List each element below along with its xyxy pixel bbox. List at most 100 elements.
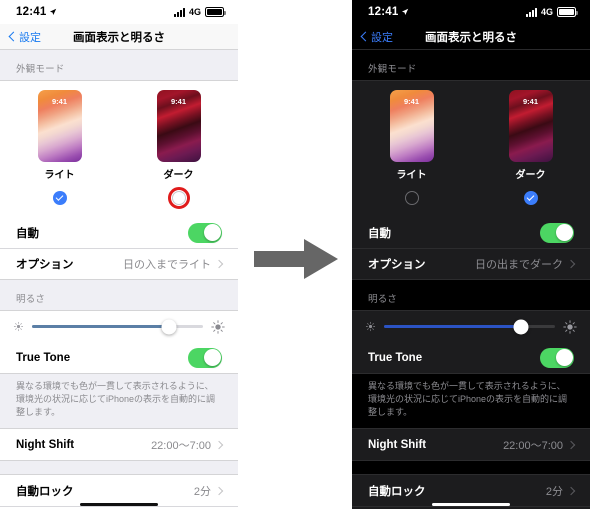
appearance-option-dark[interactable]: 9:41 ダーク: [508, 90, 553, 211]
right-arrow-icon: [254, 239, 338, 279]
true-tone-label: True Tone: [16, 351, 71, 364]
status-bar-time-group: 12:41: [368, 6, 409, 18]
brightness-slider-row[interactable]: [352, 311, 590, 342]
brightness-high-icon: [211, 319, 225, 334]
brightness-low-icon: [13, 321, 24, 332]
true-tone-toggle[interactable]: [540, 347, 574, 368]
options-row[interactable]: オプション 日の入までライト: [0, 248, 238, 279]
options-value-group: 日の入までライト: [123, 256, 224, 272]
true-tone-row[interactable]: True Tone: [352, 342, 590, 373]
appearance-option-dark[interactable]: 9:41 ダーク: [156, 90, 201, 211]
chevron-left-icon: [8, 31, 19, 42]
night-shift-card: Night Shift 22:00〜7:00: [0, 428, 238, 462]
night-shift-label: Night Shift: [16, 438, 75, 451]
light-mode-radio-selected[interactable]: [52, 191, 67, 205]
preview-clock-time: 9:41: [522, 97, 538, 106]
dark-mode-radio-unselected[interactable]: [171, 191, 186, 205]
location-arrow-icon: [402, 8, 409, 16]
status-bar: 12:41 4G: [0, 0, 238, 24]
home-indicator: [80, 503, 158, 506]
night-shift-value-group: 22:00〜7:00: [151, 437, 224, 453]
back-button[interactable]: 設定: [8, 29, 41, 45]
chevron-right-icon: [566, 259, 576, 269]
true-tone-label: True Tone: [368, 351, 423, 364]
brightness-card: True Tone: [352, 310, 590, 374]
night-shift-row[interactable]: Night Shift 22:00〜7:00: [352, 429, 590, 460]
options-row[interactable]: オプション 日の出までダーク: [352, 248, 590, 279]
brightness-fill: [384, 325, 521, 328]
options-value: 日の出までダーク: [475, 259, 563, 271]
true-tone-toggle[interactable]: [188, 347, 222, 368]
preview-clock-time: 9:41: [51, 97, 67, 106]
appearance-mode-chooser: 9:41 ライト 9:41 ダーク: [352, 81, 590, 217]
back-button[interactable]: 設定: [360, 29, 393, 45]
cellular-bars-icon: [525, 7, 537, 17]
true-tone-row[interactable]: True Tone: [0, 342, 238, 373]
dark-mode-radio-wrap[interactable]: [166, 185, 192, 211]
chevron-left-icon: [360, 31, 371, 42]
auto-lock-value-group: 2分: [194, 483, 224, 499]
status-bar-time: 12:41: [16, 6, 47, 18]
iphone-dark-mode-screen: 12:41 4G 設定 画面表示と明るさ 外観モード 9:41 ライト 9:41…: [352, 0, 590, 509]
auto-label: 自動: [368, 227, 391, 240]
brightness-slider-row[interactable]: [0, 311, 238, 342]
status-bar-time: 12:41: [368, 6, 399, 18]
light-mode-label: ライト: [44, 170, 75, 181]
dark-mode-radio-selected[interactable]: [523, 191, 538, 205]
auto-lock-label: 自動ロック: [368, 485, 426, 498]
brightness-section-header: 明るさ: [352, 280, 590, 310]
auto-lock-row[interactable]: 自動ロック 2分: [352, 475, 590, 506]
cellular-bars-icon: [173, 7, 185, 17]
settings-content: 外観モード 9:41 ライト 9:41: [352, 50, 590, 509]
dark-wallpaper-preview: 9:41: [508, 90, 553, 162]
status-bar-indicators: 4G: [173, 7, 226, 17]
home-indicator: [432, 503, 510, 506]
options-label: オプション: [16, 259, 74, 271]
appearance-option-light[interactable]: 9:41 ライト: [389, 90, 434, 211]
chevron-right-icon: [214, 486, 224, 495]
back-button-label: 設定: [371, 31, 393, 44]
options-label: オプション: [368, 259, 426, 271]
preview-clock-time: 9:41: [170, 97, 186, 106]
battery-full-icon: [557, 7, 578, 17]
night-shift-label: Night Shift: [368, 438, 427, 451]
night-shift-card: Night Shift 22:00〜7:00: [352, 428, 590, 462]
network-type-label: 4G: [540, 7, 553, 17]
auto-row[interactable]: 自動: [0, 217, 238, 248]
appearance-option-light[interactable]: 9:41 ライト: [37, 90, 82, 211]
appearance-card: 9:41 ライト 9:41 ダーク: [352, 80, 590, 280]
back-button-label: 設定: [19, 31, 41, 44]
brightness-knob[interactable]: [513, 319, 529, 334]
appearance-card: 9:41 ライト 9:41 ダーク: [0, 80, 238, 280]
light-mode-radio-wrap[interactable]: [47, 185, 73, 211]
status-bar-indicators: 4G: [525, 7, 578, 17]
light-mode-radio-unselected[interactable]: [404, 191, 419, 205]
location-arrow-icon: [50, 8, 57, 16]
auto-label: 自動: [16, 227, 39, 240]
brightness-fill: [32, 325, 169, 328]
brightness-section-header: 明るさ: [0, 280, 238, 310]
section-gap: [0, 461, 238, 475]
chevron-right-icon: [214, 440, 224, 449]
network-type-label: 4G: [188, 7, 201, 17]
dark-mode-radio-wrap[interactable]: [518, 185, 544, 211]
auto-lock-value-group: 2分: [546, 483, 576, 499]
brightness-track[interactable]: [32, 319, 203, 334]
comparison-stage: 12:41 4G 設定 画面表示と明るさ 外観モード 9:41 ライト 9:41…: [0, 0, 590, 509]
auto-lock-row[interactable]: 自動ロック 2分: [0, 475, 238, 506]
appearance-section-header: 外観モード: [352, 50, 590, 80]
settings-content: 外観モード 9:41 ライト 9:41: [0, 50, 238, 509]
night-shift-value: 22:00〜7:00: [503, 439, 563, 452]
night-shift-row[interactable]: Night Shift 22:00〜7:00: [0, 429, 238, 460]
true-tone-description: 異なる環境でも色が一貫して表示されるように、環境光の状況に応じてiPhoneの表…: [352, 374, 590, 429]
brightness-track[interactable]: [384, 319, 555, 334]
light-wallpaper-preview: 9:41: [37, 90, 82, 162]
status-bar: 12:41 4G: [352, 0, 590, 24]
light-mode-radio-wrap[interactable]: [399, 185, 425, 211]
nav-bar: 設定 画面表示と明るさ: [0, 24, 238, 50]
brightness-knob[interactable]: [161, 319, 177, 334]
brightness-high-icon: [563, 319, 577, 334]
auto-toggle[interactable]: [188, 222, 222, 243]
auto-row[interactable]: 自動: [352, 217, 590, 248]
auto-toggle[interactable]: [540, 222, 574, 243]
